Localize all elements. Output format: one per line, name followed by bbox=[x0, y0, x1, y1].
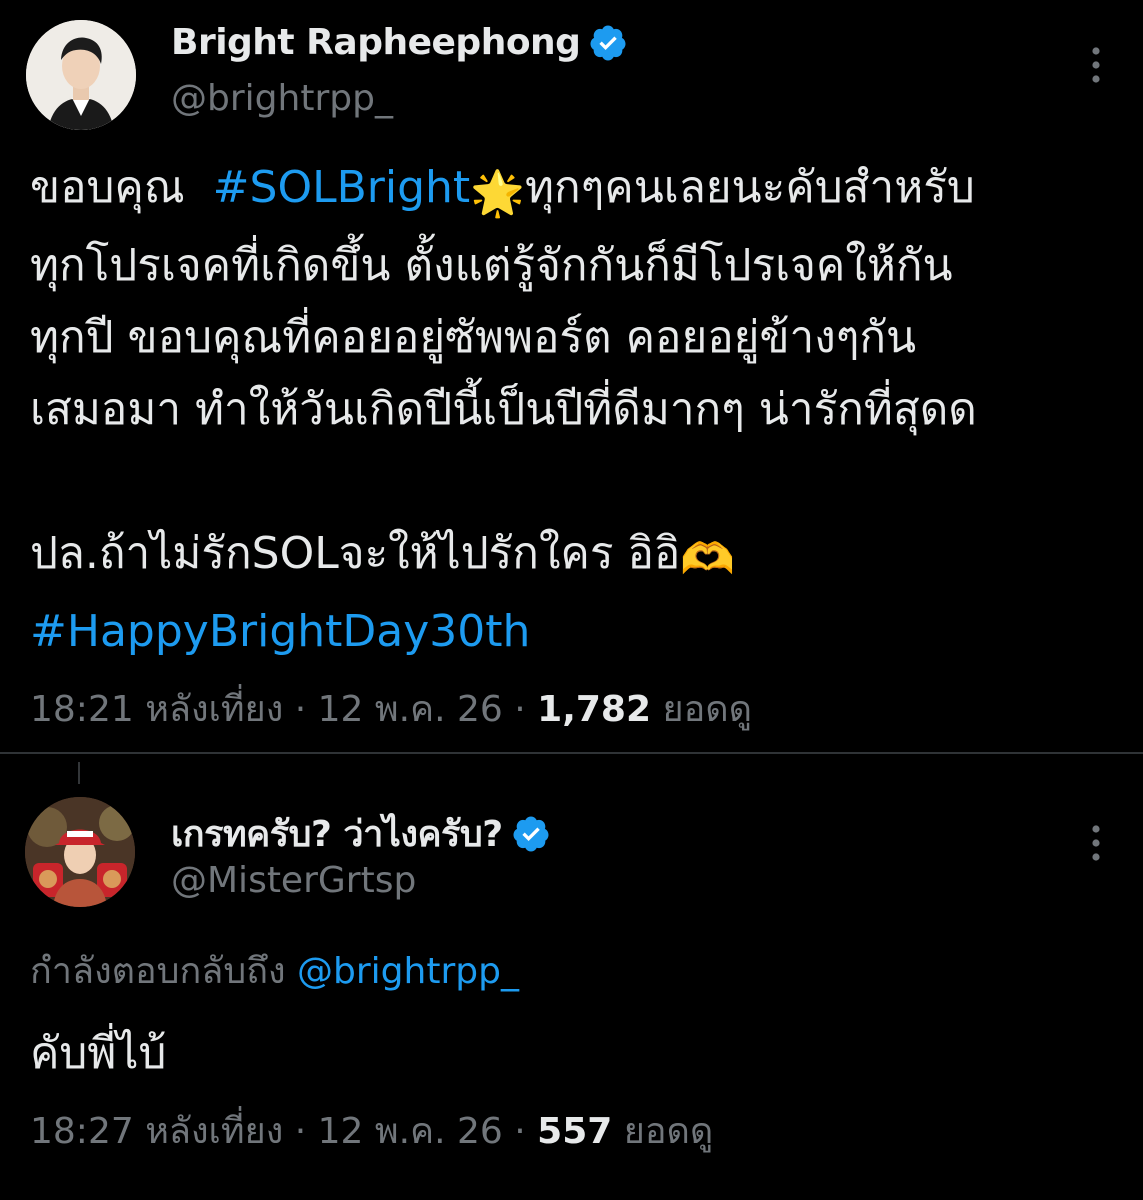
tweet-meta: 18:27 หลังเที่ยง · 12 พ.ค. 26 · 557 ยอดด… bbox=[30, 1111, 714, 1152]
tweet-line: ทุกปี ขอบคุณที่คอยอยู่ซัพพอร์ต คอยอยู่ข้… bbox=[30, 312, 917, 363]
more-options-button[interactable] bbox=[1078, 40, 1114, 90]
avatar-photo-icon bbox=[25, 797, 135, 907]
tweet-time[interactable]: 18:21 หลังเที่ยง bbox=[30, 689, 283, 730]
hashtag-link[interactable]: #SOLBright bbox=[213, 162, 471, 213]
verified-badge-icon bbox=[590, 25, 626, 60]
tweet-line: เสมอมา ทำให้วันเกิดปีนี้เป็นปีที่ดีมากๆ … bbox=[30, 384, 977, 435]
hashtag-link[interactable]: #HappyBrightDay30th bbox=[30, 606, 530, 657]
blank-line: ​ bbox=[30, 446, 1120, 518]
tweet-thread: Bright Rapheephong @brightrpp_ ขอบคุณ #S… bbox=[0, 0, 1143, 1200]
tweet-line: ทุกโปรเจคที่เกิดขึ้น ตั้งแต่รู้จักกันก็ม… bbox=[30, 240, 953, 291]
more-options-button[interactable] bbox=[1078, 818, 1114, 868]
display-name[interactable]: เกรทครับ? ว่าไงครับ? bbox=[171, 805, 503, 862]
author-handle[interactable]: @brightrpp_ bbox=[171, 78, 393, 119]
tweet-text: คับพี่ไบ้ bbox=[30, 1028, 167, 1079]
tweet-text: ขอบคุณ #SOLBright🌟ทุกๆคนเลยนะคับสำหรับทุ… bbox=[30, 152, 1120, 668]
more-vertical-icon bbox=[1092, 825, 1100, 861]
tweet-meta: 18:21 หลังเที่ยง · 12 พ.ค. 26 · 1,782 ยอ… bbox=[30, 689, 752, 730]
thread-connector bbox=[78, 762, 80, 784]
tweet-date[interactable]: 12 พ.ค. 26 bbox=[318, 689, 503, 730]
avatar[interactable] bbox=[25, 797, 135, 907]
tweet-date[interactable]: 12 พ.ค. 26 bbox=[318, 1111, 503, 1152]
tweet-line: ปล.ถ้าไม่รักSOLจะให้ไปรักใคร อิอิ🫶 bbox=[30, 518, 1120, 596]
tweet-line: #HappyBrightDay30th bbox=[30, 596, 1120, 668]
views-count[interactable]: 1,782 bbox=[537, 689, 651, 730]
author-name-row[interactable]: เกรทครับ? ว่าไงครับ? bbox=[171, 805, 551, 862]
more-vertical-icon bbox=[1092, 47, 1100, 83]
tweet-line: ขอบคุณ #SOLBright🌟ทุกๆคนเลยนะคับสำหรับ bbox=[30, 152, 1120, 230]
views-count[interactable]: 557 bbox=[537, 1111, 612, 1152]
author-handle[interactable]: @MisterGrtsp bbox=[171, 860, 416, 901]
heart-hands-emoji-icon: 🫶 bbox=[680, 534, 736, 585]
verified-badge-icon bbox=[513, 816, 549, 851]
views-label: ยอดดู bbox=[651, 689, 752, 730]
views-label: ยอดดู bbox=[612, 1111, 714, 1152]
author-name-row[interactable]: Bright Rapheephong bbox=[171, 22, 628, 63]
avatar-photo-icon bbox=[26, 20, 136, 130]
display-name[interactable]: Bright Rapheephong bbox=[171, 22, 581, 63]
mention-link[interactable]: @brightrpp_ bbox=[297, 951, 519, 992]
sparkle-emoji-icon: 🌟 bbox=[470, 168, 525, 219]
avatar[interactable] bbox=[26, 20, 136, 130]
tweet-time[interactable]: 18:27 หลังเที่ยง bbox=[30, 1111, 283, 1152]
replying-to: กำลังตอบกลับถึง @brightrpp_ bbox=[30, 951, 519, 992]
